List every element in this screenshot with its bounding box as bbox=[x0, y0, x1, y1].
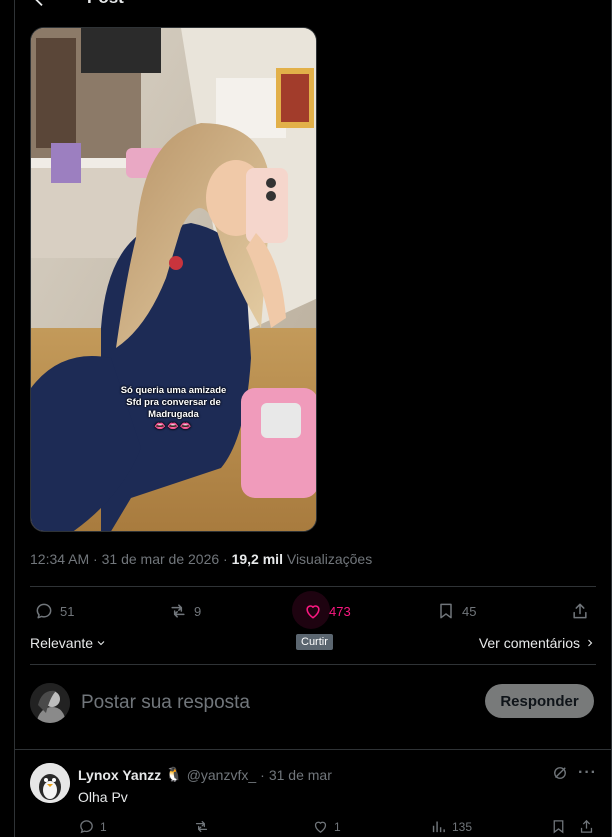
page-title: Post bbox=[87, 0, 124, 8]
more-options-icon[interactable]: ··· bbox=[578, 764, 597, 782]
comment-reply-button[interactable]: 1 bbox=[78, 818, 107, 835]
divider-top bbox=[30, 586, 596, 587]
view-comments-link[interactable]: Ver comentários bbox=[479, 635, 596, 651]
reply-sort-row: Relevante Ver comentários bbox=[30, 635, 596, 655]
reply-icon bbox=[80, 820, 93, 834]
top-bar: Post bbox=[15, 0, 612, 14]
repost-button[interactable]: 9 bbox=[168, 601, 201, 621]
meta-separator-2: · bbox=[219, 551, 232, 567]
heart-icon bbox=[306, 605, 320, 619]
comment-item[interactable]: Lynox Yanzz 🐧 @yanzvfx_ · 31 de mar ··· … bbox=[15, 750, 612, 837]
arrow-left-icon[interactable] bbox=[31, 0, 53, 10]
comment-bookmark-button[interactable] bbox=[550, 818, 567, 835]
share-button[interactable] bbox=[570, 601, 590, 621]
repost-count: 9 bbox=[194, 603, 202, 619]
comment-repost-button[interactable] bbox=[193, 818, 215, 835]
reply-count: 51 bbox=[60, 603, 75, 619]
avatar[interactable] bbox=[30, 683, 70, 723]
post-actions: 51 9 473 45 bbox=[30, 591, 596, 629]
comment-author-name[interactable]: Lynox Yanzz bbox=[78, 767, 161, 783]
sort-dropdown[interactable]: Relevante bbox=[30, 635, 107, 651]
comment-date[interactable]: 31 de mar bbox=[269, 767, 332, 783]
share-icon bbox=[573, 603, 587, 619]
share-icon bbox=[580, 819, 593, 833]
comment-handle[interactable]: @yanzvfx_ bbox=[187, 767, 256, 783]
comment-header: Lynox Yanzz 🐧 @yanzvfx_ · 31 de mar bbox=[78, 766, 332, 783]
comment-reply-count: 1 bbox=[100, 819, 107, 834]
heart-icon bbox=[314, 821, 327, 833]
post-time[interactable]: 12:34 AM bbox=[30, 551, 89, 567]
bookmark-icon bbox=[440, 603, 452, 619]
reply-submit-button[interactable]: Responder bbox=[485, 684, 594, 718]
avatar-image bbox=[30, 683, 70, 723]
post-page: Post bbox=[0, 0, 612, 837]
view-comments-label: Ver comentários bbox=[478, 635, 580, 651]
comment-share-button[interactable] bbox=[578, 818, 595, 835]
sort-label: Relevante bbox=[30, 635, 94, 651]
bookmark-button[interactable]: 45 bbox=[436, 601, 476, 621]
views-count: 19,2 mil bbox=[231, 551, 283, 567]
like-count: 473 bbox=[329, 603, 351, 619]
post-video[interactable]: Só queria uma amizade Sfd pra conversar … bbox=[30, 27, 317, 532]
caption-line-1: Só queria uma amizade bbox=[120, 385, 227, 396]
reply-icon bbox=[36, 603, 52, 619]
caption-emoji: 👄👄👄 bbox=[154, 421, 193, 432]
column-border-left bbox=[14, 0, 15, 837]
comment-views-button[interactable]: 135 bbox=[430, 818, 472, 835]
comment-like-button[interactable]: 1 bbox=[312, 818, 341, 835]
analytics-icon bbox=[432, 821, 445, 833]
video-caption: Só queria uma amizade Sfd pra conversar … bbox=[31, 385, 316, 433]
comment-like-count: 1 bbox=[334, 819, 341, 834]
reply-button[interactable]: 51 bbox=[34, 601, 74, 621]
like-button[interactable]: 473 bbox=[303, 601, 351, 621]
meta-separator: · bbox=[89, 551, 102, 567]
reply-input[interactable]: Postar sua resposta bbox=[81, 692, 250, 714]
caption-line-3: Madrugada bbox=[148, 409, 199, 420]
divider-mid bbox=[30, 664, 596, 665]
post-date[interactable]: 31 de mar de 2026 bbox=[102, 551, 220, 567]
post-metadata: 12:34 AM · 31 de mar de 2026 · 19,2 mil … bbox=[30, 551, 372, 567]
comment-actions: 1 1 135 bbox=[78, 818, 598, 837]
comment-dot: · bbox=[260, 766, 265, 783]
comment-views-count: 135 bbox=[452, 819, 473, 834]
repost-icon bbox=[171, 604, 185, 618]
chevron-right-icon bbox=[588, 639, 593, 647]
grok-icon[interactable] bbox=[551, 764, 569, 782]
video-frame bbox=[31, 28, 316, 531]
comment-text: Olha Pv bbox=[78, 789, 128, 805]
bookmark-count: 45 bbox=[462, 603, 477, 619]
penguin-badge-icon: 🐧 bbox=[165, 766, 183, 782]
penguin-avatar-image bbox=[30, 763, 70, 803]
caption-line-2: Sfd pra conversar de bbox=[126, 397, 221, 408]
bookmark-icon bbox=[553, 820, 564, 834]
views-label: Visualizações bbox=[286, 551, 373, 567]
repost-icon bbox=[195, 820, 208, 833]
comment-avatar[interactable] bbox=[30, 763, 70, 803]
chevron-down-icon bbox=[97, 641, 105, 646]
